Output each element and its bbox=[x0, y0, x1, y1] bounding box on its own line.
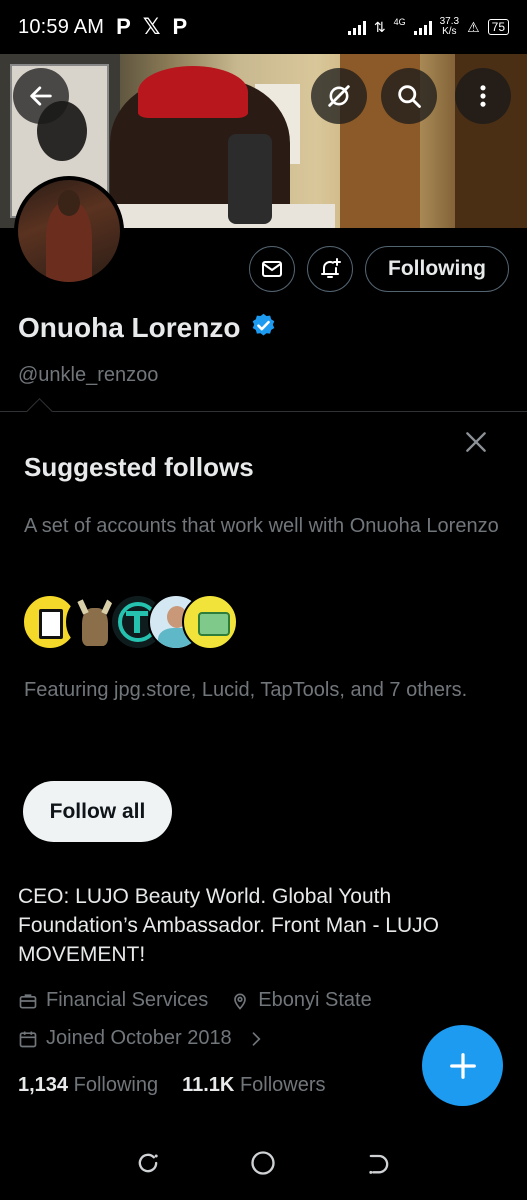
network-type: 4G bbox=[393, 17, 406, 27]
following-button[interactable]: Following bbox=[365, 246, 509, 292]
suggested-avatars[interactable] bbox=[22, 594, 242, 652]
plus-icon bbox=[449, 1052, 476, 1079]
search-icon bbox=[398, 85, 421, 108]
featuring-text: Featuring jpg.store, Lucid, TapTools, an… bbox=[24, 679, 468, 701]
grok-button[interactable] bbox=[311, 68, 367, 124]
followers-count: 11.1K bbox=[182, 1074, 235, 1096]
more-vertical-icon bbox=[480, 85, 486, 107]
name-row: Onuoha Lorenzo bbox=[18, 312, 277, 344]
joined-row[interactable]: Joined October 2018 bbox=[18, 1027, 266, 1050]
suggest-caret bbox=[26, 398, 53, 425]
location-label: Ebonyi State bbox=[258, 989, 372, 1011]
recents-button[interactable] bbox=[134, 1149, 162, 1182]
net-speed: 37.3 K/s bbox=[439, 16, 460, 37]
close-icon bbox=[466, 432, 486, 452]
divider bbox=[0, 411, 527, 412]
close-suggestions-button[interactable] bbox=[460, 426, 492, 458]
briefcase-icon bbox=[19, 993, 37, 1008]
status-right: ⇅ 4G 37.3 K/s ⚠ 75 bbox=[347, 16, 509, 37]
data-arrows-icon: ⇅ bbox=[373, 18, 386, 35]
back-button[interactable] bbox=[13, 68, 69, 124]
following-label: Following bbox=[73, 1074, 159, 1096]
chevron-right-icon bbox=[252, 1031, 261, 1046]
search-button[interactable] bbox=[381, 68, 437, 124]
suggested-follows-title: Suggested follows bbox=[24, 452, 254, 482]
home-button[interactable] bbox=[249, 1149, 277, 1182]
location-pin-icon bbox=[234, 993, 247, 1010]
following-count: 1,134 bbox=[18, 1074, 69, 1096]
compose-post-button[interactable] bbox=[422, 1025, 503, 1106]
verified-badge-icon[interactable] bbox=[250, 312, 277, 344]
following-count-link[interactable]: 1,134 Following bbox=[18, 1074, 158, 1097]
category-label: Financial Services bbox=[46, 989, 209, 1011]
joined-date[interactable]: Joined October 2018 bbox=[18, 1027, 266, 1050]
recents-icon bbox=[138, 1153, 158, 1172]
system-nav-bar bbox=[0, 1130, 527, 1200]
follow-all-button[interactable]: Follow all bbox=[23, 781, 172, 842]
profile-avatar[interactable] bbox=[14, 176, 124, 286]
notifications-button[interactable] bbox=[307, 246, 354, 292]
followers-count-link[interactable]: 11.1K Followers bbox=[182, 1074, 325, 1097]
display-name: Onuoha Lorenzo bbox=[18, 312, 241, 343]
app-notification-icon-2: P bbox=[172, 14, 188, 39]
handle: @unkle_renzoo bbox=[18, 364, 159, 386]
back-arrow-icon bbox=[30, 86, 52, 106]
profile-bio: CEO: LUJO Beauty World. Global Youth Fou… bbox=[18, 885, 439, 966]
bell-plus-icon bbox=[321, 258, 342, 278]
x-notification-icon: 𝕏 bbox=[142, 14, 161, 39]
joined-label: Joined October 2018 bbox=[46, 1027, 232, 1049]
followers-label: Followers bbox=[239, 1074, 326, 1096]
suggested-van-avatar bbox=[182, 594, 238, 650]
profile-meta-row: Financial Services Ebonyi State bbox=[18, 989, 372, 1012]
battery-icon: 75 bbox=[487, 19, 509, 35]
suggested-follows-description: A set of accounts that work well with On… bbox=[24, 515, 499, 537]
message-button[interactable] bbox=[249, 246, 296, 292]
status-time: 10:59 AM bbox=[18, 15, 105, 38]
mail-icon bbox=[262, 261, 283, 277]
warning-icon: ⚠ bbox=[467, 18, 480, 35]
category: Financial Services bbox=[18, 989, 208, 1012]
status-left: 10:59 AM P 𝕏 P bbox=[18, 14, 187, 40]
signal-icon bbox=[347, 19, 366, 35]
status-bar: 10:59 AM P 𝕏 P ⇅ 4G 37.3 K/s ⚠ 75 bbox=[0, 0, 527, 54]
profile-actions: Following bbox=[249, 246, 509, 292]
home-circle-icon bbox=[251, 1150, 276, 1175]
more-options-button[interactable] bbox=[455, 68, 511, 124]
signal-icon-2 bbox=[413, 19, 432, 35]
back-nav-button[interactable] bbox=[365, 1149, 393, 1182]
follow-counts: 1,134 Following 11.1K Followers bbox=[18, 1074, 326, 1097]
location: Ebonyi State bbox=[230, 989, 372, 1012]
back-nav-icon bbox=[369, 1154, 389, 1174]
app-notification-icon: P bbox=[116, 14, 131, 39]
calendar-icon bbox=[19, 1031, 37, 1047]
grok-icon bbox=[328, 85, 350, 107]
